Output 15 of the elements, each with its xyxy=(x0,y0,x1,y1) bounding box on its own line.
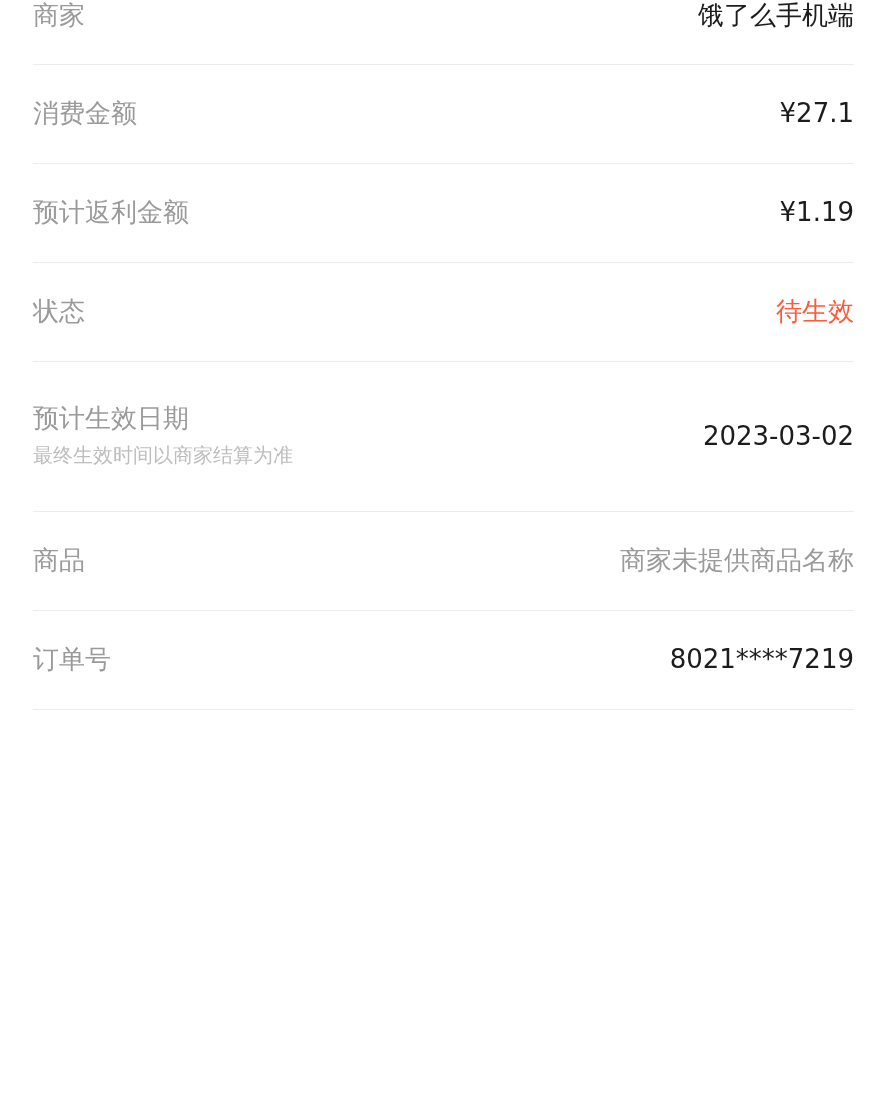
field-label: 预计生效日期 xyxy=(33,402,190,435)
field-value: ¥1.19 xyxy=(779,197,854,229)
field-label: 商家 xyxy=(33,0,85,32)
field-value: 待生效 xyxy=(776,296,854,328)
field-label: 消费金额 xyxy=(33,98,137,130)
field-label: 预计返利金额 xyxy=(33,197,189,229)
field-value: 商家未提供商品名称 xyxy=(620,545,854,577)
field-label: 订单号 xyxy=(33,644,111,676)
field-label: 状态 xyxy=(33,296,85,328)
field-note: 最终生效时间以商家结算为准 xyxy=(33,442,293,470)
field-value: 8021****7219 xyxy=(669,644,854,676)
field-label: 商品 xyxy=(33,545,85,577)
field-value: ¥27.1 xyxy=(779,98,854,130)
field-value: 2023-03-02 xyxy=(702,420,854,453)
field-value: 饿了么手机端 xyxy=(698,0,854,32)
